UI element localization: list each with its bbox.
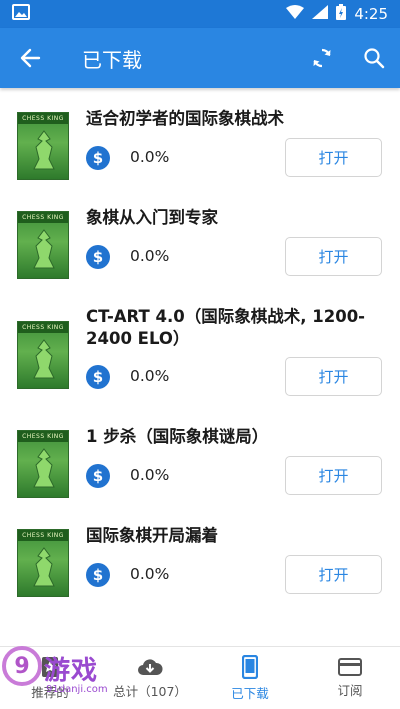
book-cover-image: CHESS KING <box>17 529 69 597</box>
search-button[interactable] <box>348 28 400 88</box>
dollar-icon: $ <box>86 365 110 389</box>
dollar-icon: $ <box>86 563 110 587</box>
nav-item-downloaded[interactable]: 已下载 <box>200 647 300 709</box>
nav-item-featured[interactable]: 推荐的 <box>0 647 100 709</box>
dollar-icon: $ <box>86 245 110 269</box>
phone-icon <box>242 654 258 679</box>
cloud-download-icon <box>138 658 163 675</box>
back-button[interactable] <box>0 28 60 88</box>
nav-label: 订阅 <box>337 682 363 698</box>
book-cover-image: CHESS KING <box>17 321 69 389</box>
book-title: 1 步杀（国际象棋谜局） <box>86 427 269 446</box>
status-bar: 4:25 <box>0 0 400 28</box>
download-progress: 0.0% <box>130 247 170 265</box>
dollar-icon: $ <box>86 464 110 488</box>
dollar-icon: $ <box>86 146 110 170</box>
featured-icon <box>42 656 58 677</box>
book-cover-image: CHESS KING <box>17 112 69 180</box>
cellular-icon <box>312 5 329 23</box>
nav-item-subscription[interactable]: 订阅 <box>300 647 400 709</box>
open-button[interactable]: 打开 <box>285 555 382 594</box>
nav-item-total[interactable]: 总计（107） <box>100 647 200 709</box>
nav-label: 已下载 <box>231 685 269 701</box>
image-notification-icon <box>12 4 30 24</box>
clock-text: 4:25 <box>354 5 388 23</box>
open-button[interactable]: 打开 <box>285 138 382 177</box>
book-title: 象棋从入门到专家 <box>86 208 218 227</box>
book-title: 国际象棋开局漏着 <box>86 526 218 545</box>
arrow-back-icon <box>20 48 41 68</box>
download-progress: 0.0% <box>130 565 170 583</box>
book-cover-image: CHESS KING <box>17 211 69 279</box>
book-cover-image: CHESS KING <box>17 430 69 498</box>
card-icon <box>338 657 362 676</box>
app-bar: 已下载 <box>0 28 400 88</box>
page-title: 已下载 <box>82 47 142 72</box>
nav-label: 推荐的 <box>31 684 69 700</box>
sync-button[interactable] <box>296 28 348 88</box>
sync-icon <box>313 48 331 68</box>
nav-label: 总计（107） <box>113 683 187 699</box>
open-button[interactable]: 打开 <box>285 357 382 396</box>
book-title: CT-ART 4.0（国际象棋战术, 1200-2400 ELO） <box>86 307 366 348</box>
downloaded-list: CHESS KING 适合初学者的国际象棋战术 $ 0.0% 打开 CHESS … <box>0 88 400 646</box>
search-icon <box>364 48 385 69</box>
open-button[interactable]: 打开 <box>285 237 382 276</box>
bottom-navigation: 推荐的 总计（107） 已下载 订阅 <box>0 646 400 709</box>
download-progress: 0.0% <box>130 466 170 484</box>
download-progress: 0.0% <box>130 148 170 166</box>
wifi-icon <box>286 5 305 23</box>
book-title: 适合初学者的国际象棋战术 <box>86 109 284 128</box>
battery-icon <box>336 4 347 24</box>
download-progress: 0.0% <box>130 367 170 385</box>
open-button[interactable]: 打开 <box>285 456 382 495</box>
